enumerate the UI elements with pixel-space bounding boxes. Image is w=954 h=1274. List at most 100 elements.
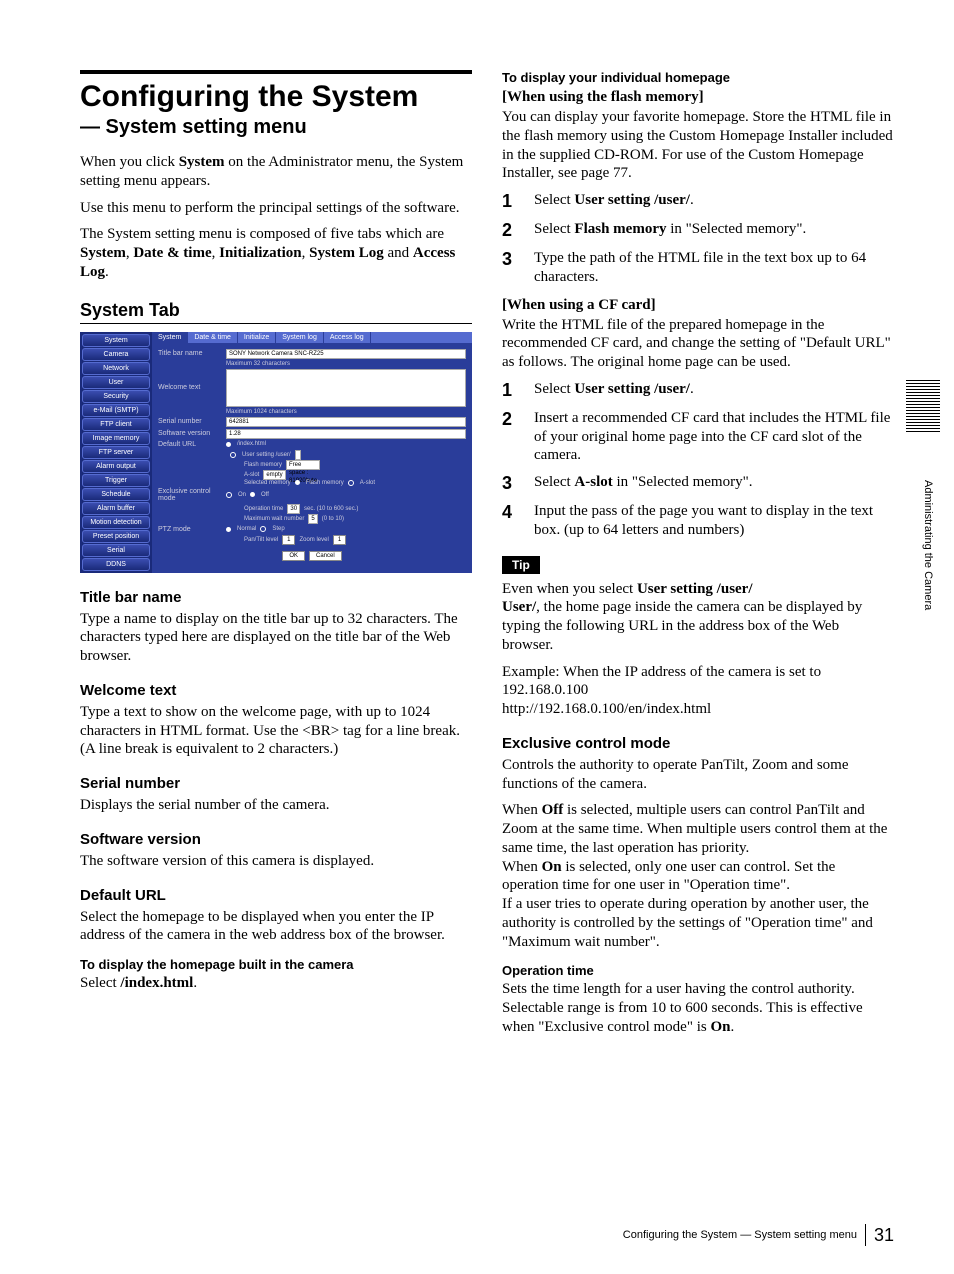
fig-welcome-note: Maximum 1024 characters — [226, 409, 466, 415]
fig-optime-input[interactable]: 30 — [287, 504, 300, 514]
fig-tab[interactable]: Initialize — [238, 332, 276, 343]
fig-sidebar-item[interactable]: Serial — [82, 544, 150, 557]
fig-sidebar-item[interactable]: Image memory — [82, 432, 150, 445]
fig-exclusive-off: Off — [261, 492, 269, 498]
step-row: 3Select A-slot in "Selected memory". — [502, 473, 894, 494]
fig-sidebar-item[interactable]: Security — [82, 390, 150, 403]
radio-on-icon[interactable] — [295, 480, 300, 485]
radio-off-icon[interactable] — [226, 492, 232, 498]
field-default-text: Select the homepage to be displayed when… — [80, 908, 472, 946]
step-row: 2Select Flash memory in "Selected memory… — [502, 220, 894, 241]
col2-sub1-heading: To display your individual homepage — [502, 70, 894, 85]
step-text: Input the pass of the page you want to d… — [534, 502, 894, 540]
tip-p2: User/, the home page inside the camera c… — [502, 598, 894, 654]
fig-ptz-step: Step — [272, 526, 284, 532]
field-exclusive-p4: If a user tries to operate during operat… — [502, 895, 894, 951]
step-text: Type the path of the HTML file in the te… — [534, 249, 894, 287]
intro-paragraph-1: When you click System on the Administrat… — [80, 153, 472, 191]
fig-titlebar-input[interactable]: SONY Network Camera SNC-RZ25 — [226, 349, 466, 359]
footer-text: Configuring the System — System setting … — [623, 1229, 857, 1241]
intro-paragraph-2: Use this menu to perform the principal s… — [80, 199, 472, 218]
fig-sidebar-item[interactable]: System — [82, 334, 150, 347]
side-decoration-lines — [906, 380, 940, 432]
radio-off-icon[interactable] — [348, 480, 354, 486]
text: Even when you select — [502, 581, 637, 597]
fig-tab[interactable]: Date & time — [188, 332, 238, 343]
step-text: Select Flash memory in "Selected memory"… — [534, 220, 894, 239]
fig-sidebar-item[interactable]: Alarm buffer — [82, 502, 150, 515]
fig-sidebar-item[interactable]: Alarm output — [82, 460, 150, 473]
radio-off-icon[interactable] — [260, 526, 266, 532]
step-number: 1 — [502, 191, 520, 212]
fig-cancel-button[interactable]: Cancel — [309, 551, 342, 561]
step-row: 3 Type the path of the HTML file in the t… — [502, 249, 894, 287]
fig-serial-label: Serial number — [158, 418, 222, 425]
tip-badge: Tip — [502, 556, 540, 574]
fig-tab[interactable]: Access log — [324, 332, 371, 343]
system-tab-screenshot: SystemCameraNetworkUserSecuritye-Mail (S… — [80, 332, 472, 573]
fig-ok-button[interactable]: OK — [282, 551, 305, 561]
step-number: 2 — [502, 409, 520, 430]
text: Select — [80, 975, 120, 991]
fig-sidebar-item[interactable]: e-Mail (SMTP) — [82, 404, 150, 417]
fig-zoom-select[interactable]: 1 — [333, 535, 346, 545]
footer-divider — [865, 1224, 866, 1246]
fig-sidebar-item[interactable]: Network — [82, 362, 150, 375]
fig-welcome-input[interactable] — [226, 369, 466, 407]
page-subtitle: — System setting menu — [80, 116, 472, 139]
page-title: Configuring the System — [80, 80, 472, 114]
radio-on-icon[interactable] — [250, 492, 255, 497]
fig-maxwait-unit: (0 to 10) — [322, 516, 344, 522]
step-text: Select A-slot in "Selected memory". — [534, 473, 894, 492]
radio-on-icon[interactable] — [226, 527, 231, 532]
field-default-sub1-heading: To display the homepage built in the cam… — [80, 957, 472, 972]
fig-software-label: Software version — [158, 430, 222, 437]
fig-defaulturl-label: Default URL — [158, 441, 222, 448]
step-number: 3 — [502, 249, 520, 270]
intro-paragraph-3: The System setting menu is composed of f… — [80, 225, 472, 281]
fig-aslot-label: A-slot — [244, 472, 259, 478]
fig-ptz-label: PTZ mode — [158, 526, 222, 533]
step-text: Select User setting /user/. — [534, 191, 894, 210]
field-optime-heading: Operation time — [502, 963, 894, 978]
text: System — [80, 245, 126, 261]
fig-sidebar-item[interactable]: User — [82, 376, 150, 389]
fig-selmem-opt2: A-slot — [360, 480, 375, 486]
fig-sidebar-item[interactable]: FTP server — [82, 446, 150, 459]
fig-defaulturl-opt2: User setting /user/ — [242, 452, 291, 458]
radio-on-icon[interactable] — [226, 442, 231, 447]
fig-maxwait-label: Maximum wait number — [244, 516, 304, 522]
text: /index.html — [120, 975, 193, 991]
text: When — [502, 802, 542, 818]
fig-sidebar-item[interactable]: Preset position — [82, 530, 150, 543]
radio-off-icon[interactable] — [230, 452, 236, 458]
field-exclusive-heading: Exclusive control mode — [502, 735, 894, 752]
fig-tab[interactable]: System log — [276, 332, 324, 343]
fig-sidebar-item[interactable]: Motion detection — [82, 516, 150, 529]
fig-exclusive-on: On — [238, 492, 246, 498]
step-number: 4 — [502, 502, 520, 523]
fig-tab[interactable]: System — [152, 332, 188, 343]
fig-maxwait-input[interactable]: 5 — [308, 514, 317, 524]
text: User setting /user/ — [637, 581, 753, 597]
fig-sidebar-item[interactable]: FTP client — [82, 418, 150, 431]
step-text: Insert a recommended CF card that includ… — [534, 409, 894, 465]
step-row: 1Select User setting /user/. — [502, 380, 894, 401]
field-software-heading: Software version — [80, 831, 472, 848]
fig-sidebar-item[interactable]: Trigger — [82, 474, 150, 487]
fig-sidebar-item[interactable]: Schedule — [82, 488, 150, 501]
text: , the home page inside the camera can be… — [502, 599, 862, 653]
fig-sidebar-item[interactable]: DDNS — [82, 558, 150, 571]
fig-sidebar-item[interactable]: Camera — [82, 348, 150, 361]
field-titlebar-text: Type a name to display on the title bar … — [80, 610, 472, 666]
fig-pantilt-select[interactable]: 1 — [282, 535, 295, 545]
step-text: Select User setting /user/. — [534, 380, 894, 399]
fig-user-input[interactable] — [295, 450, 301, 460]
field-default-heading: Default URL — [80, 887, 472, 904]
fig-pantilt-label: Pan/Tilt level — [244, 537, 278, 543]
field-exclusive-p1: Controls the authority to operate PanTil… — [502, 756, 894, 794]
tip-ex2: http://192.168.0.100/en/index.html — [502, 700, 894, 719]
col2-bracket1: [When using the flash memory] — [502, 89, 894, 106]
fig-zoom-label: Zoom level — [299, 537, 328, 543]
text: System Log — [309, 245, 384, 261]
